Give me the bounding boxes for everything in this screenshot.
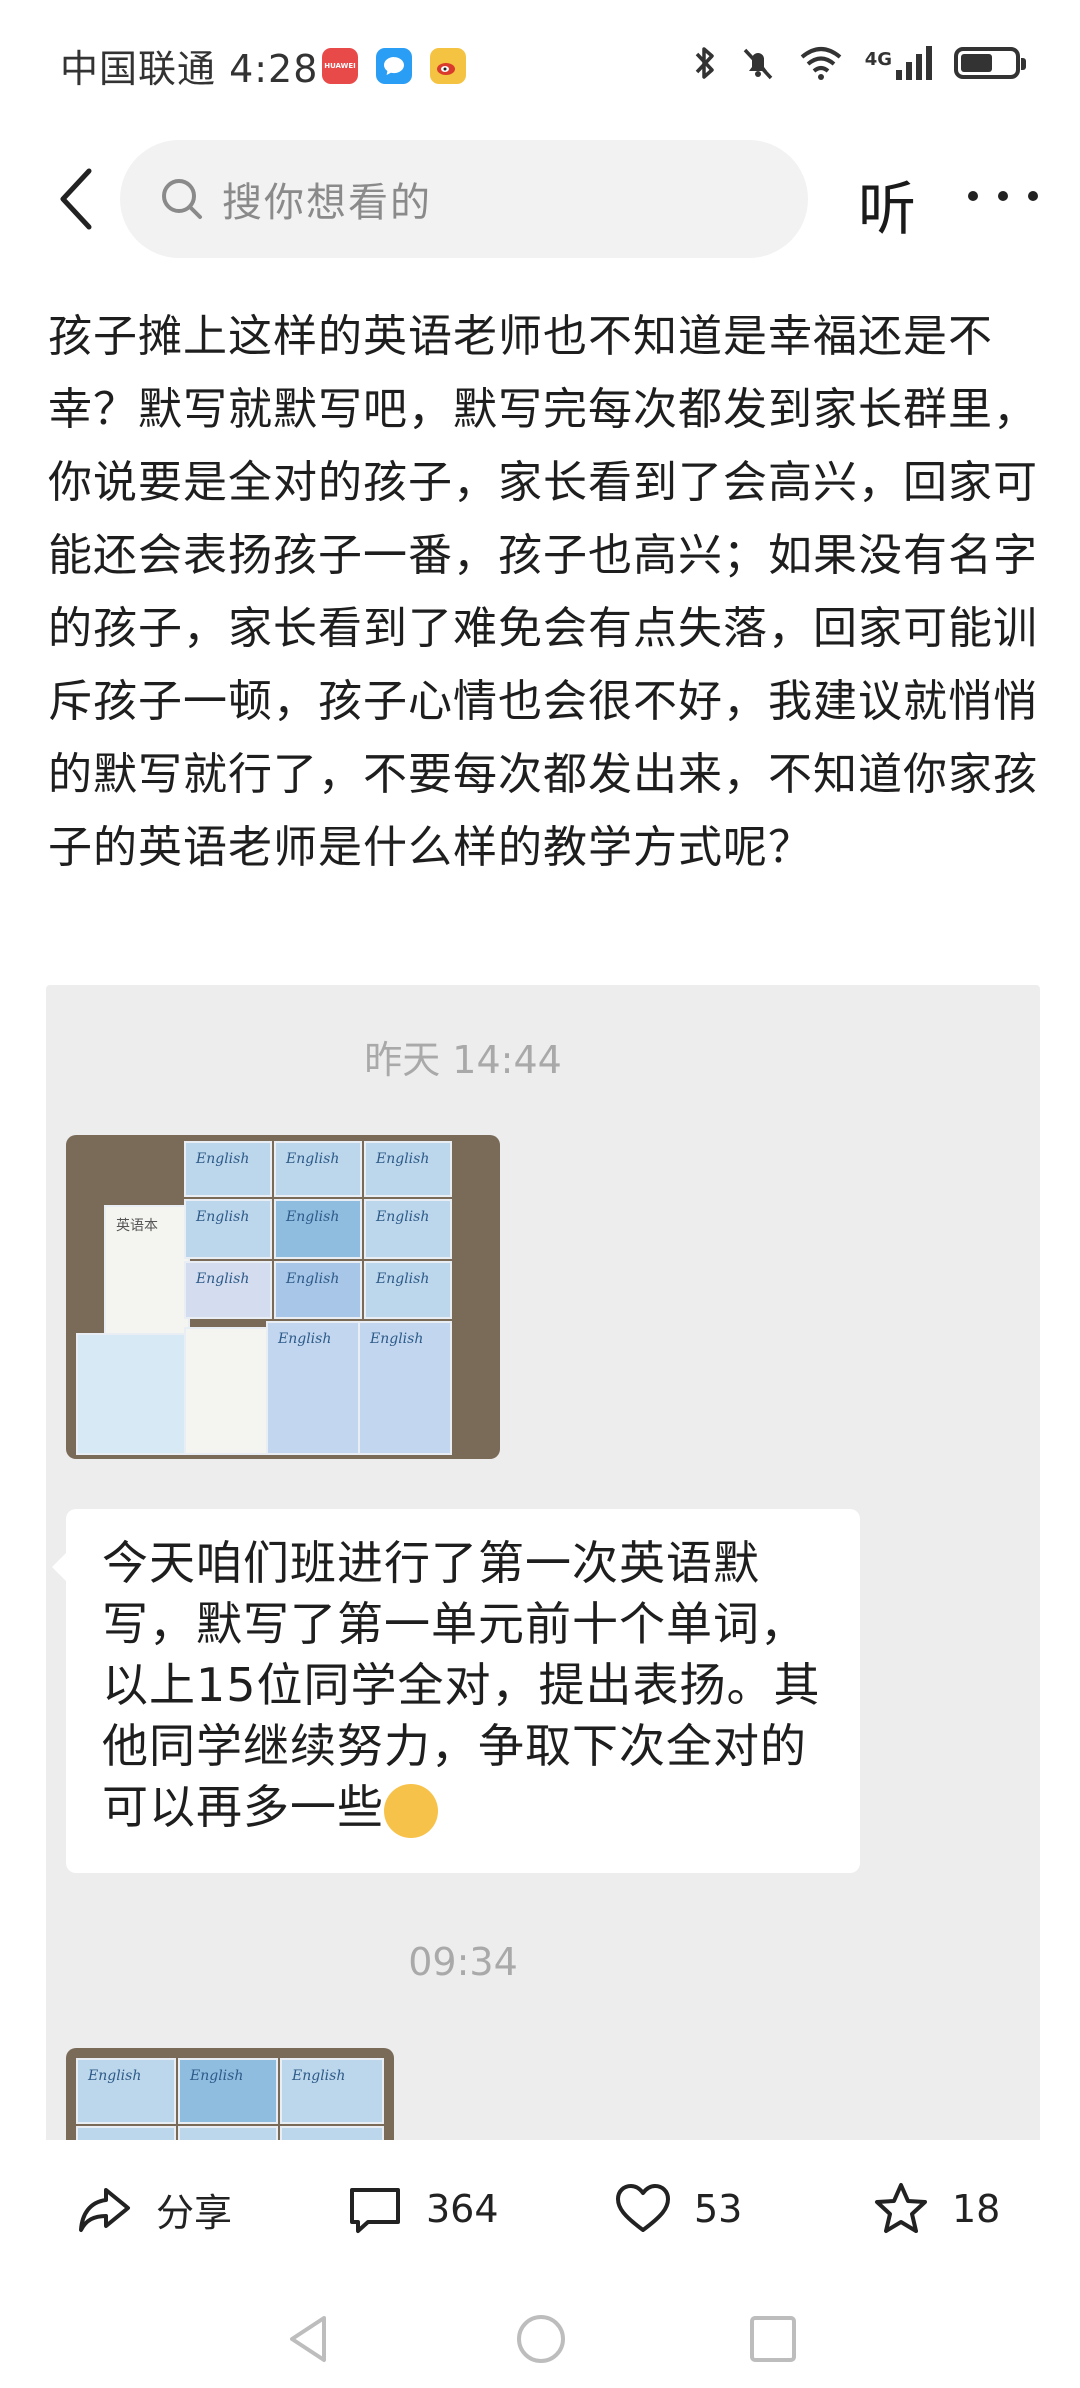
comment-button[interactable]: 364 [346,2180,499,2238]
notebook-cover: English [280,2058,384,2124]
top-bar: 搜你想看的 听 [0,138,1080,260]
system-status-icons: 4G [693,44,1026,82]
notification-icons: HUAWEI [322,48,466,84]
notebook-cover: English [364,1141,452,1197]
battery-icon [954,47,1026,79]
wifi-icon [800,47,841,80]
weibo-app-icon [430,48,466,84]
notebook-cover: English [266,1321,360,1455]
notebook-cover: English [178,2058,278,2124]
notebook-cover: 英语本 [104,1205,190,1335]
notebook-cover [76,1333,186,1455]
notebook-cover: English [274,1261,362,1319]
favorite-count: 18 [952,2187,1001,2231]
notebooks-photo[interactable]: English English English [66,2048,394,2145]
notebook-cover: English [364,1261,452,1319]
notebook-cover: English [364,1199,452,1259]
bluetooth-icon [695,47,714,79]
like-count: 53 [694,2187,743,2231]
chat-message-text: 今天咱们班进行了第一次英语默写，默写了第一单元前十个单词，以上15位同学全对，提… [102,1533,842,1838]
notebooks-photo[interactable]: 英语本 English English English English Engl… [66,1135,500,1459]
share-label: 分享 [156,2190,233,2235]
notebook-cover: English [358,1321,452,1455]
heart-icon [616,2184,670,2232]
chevron-left-icon [60,168,92,230]
message-app-icon [376,48,412,84]
search-input[interactable]: 搜你想看的 [120,140,808,258]
signal-icon: 4G [865,46,932,80]
star-icon [875,2183,927,2233]
chat-timestamp: 09:34 [408,1940,518,1984]
search-icon [162,179,202,219]
shushing-emoji-icon [384,1783,438,1838]
like-button[interactable]: 53 [614,2180,742,2238]
notebook-cover: English [274,1199,362,1259]
favorite-button[interactable]: 18 [872,2180,1000,2238]
back-button[interactable] [42,160,112,238]
notebook-cover: English [184,1199,272,1259]
nav-recent-apps-icon[interactable] [746,2312,800,2366]
nav-home-icon[interactable] [514,2312,568,2366]
network-type: 4G [864,49,892,70]
post-image[interactable]: 昨天 14:44 英语本 English English English Eng… [46,985,1040,2145]
chat-timestamp: 昨天 14:44 [364,1038,562,1082]
nav-back-icon[interactable] [282,2312,336,2366]
share-button[interactable]: 分享 [76,2180,232,2238]
status-bar: 中国联通 4:28 HUAWEI 4G [0,0,1080,130]
action-bar: 分享 364 53 18 [0,2140,1080,2290]
chat-message-bubble[interactable]: 今天咱们班进行了第一次英语默写，默写了第一单元前十个单词，以上15位同学全对，提… [52,1509,860,1873]
comment-icon [350,2188,400,2233]
carrier-time: 中国联通 4:28 [60,47,319,91]
system-nav-bar [0,2290,1080,2388]
notebook-cover [184,1327,272,1455]
notebook-cover: English [274,1141,362,1197]
search-placeholder: 搜你想看的 [222,180,432,226]
notebook-cover: English [184,1261,272,1319]
comment-count: 364 [426,2187,499,2231]
post-text: 孩子摊上这样的英语老师也不知道是幸福还是不幸？默写就默写吧，默写完每次都发到家长… [48,311,1038,873]
notebook-cover: English [184,1141,272,1197]
share-icon [79,2188,130,2232]
huawei-app-icon: HUAWEI [322,48,358,84]
listen-button[interactable]: 听 [858,162,916,246]
mute-bell-icon [743,48,772,80]
notebook-cover: English [76,2058,176,2124]
more-options-icon[interactable] [968,176,1038,216]
